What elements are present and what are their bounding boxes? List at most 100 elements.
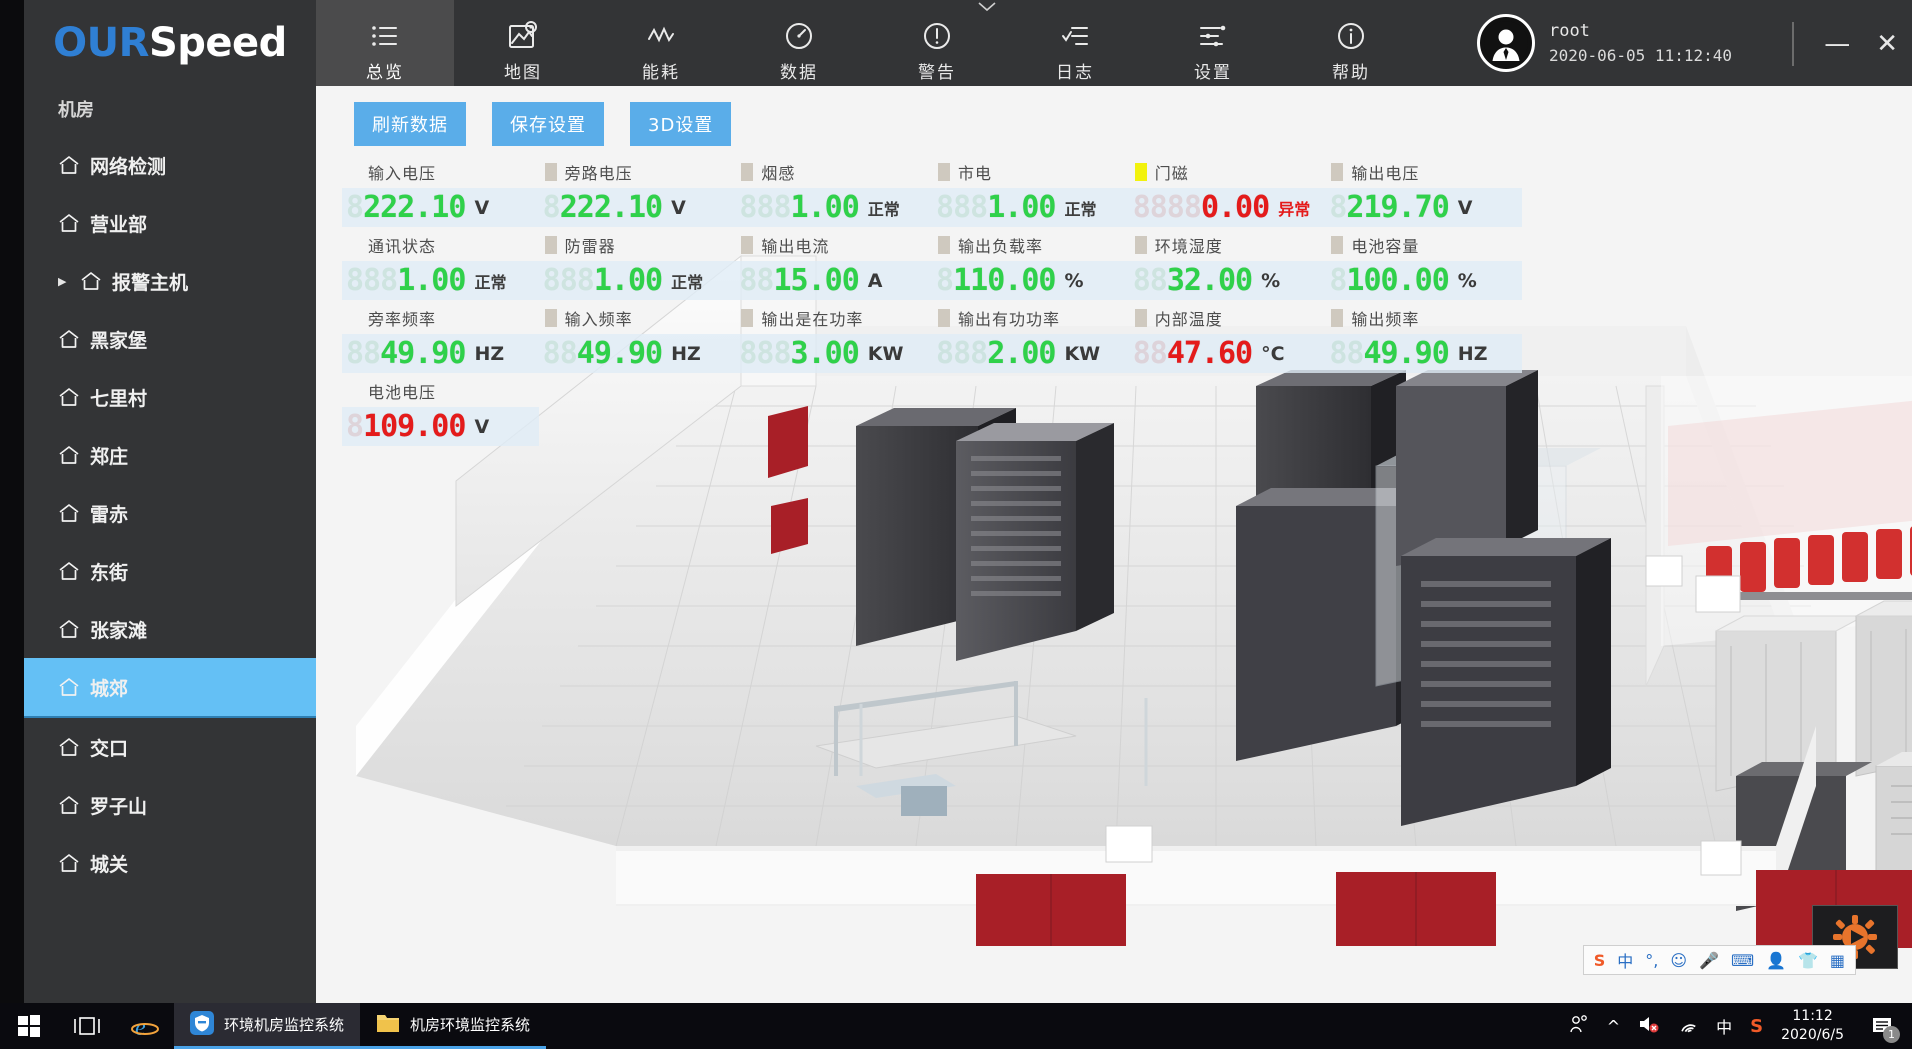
status-marker — [1134, 236, 1147, 254]
keyboard-icon[interactable]: ⌨ — [1731, 951, 1754, 970]
metric-value-display: 8832.00% — [1128, 261, 1326, 300]
sidebar-item-8[interactable]: 东街 — [24, 542, 316, 600]
tab-label: 设置 — [1194, 63, 1232, 83]
sidebar-item-13[interactable]: 城关 — [24, 834, 316, 892]
close-button[interactable]: ✕ — [1876, 31, 1898, 57]
tab-地图[interactable]: 地图 — [454, 0, 592, 86]
people-icon[interactable] — [1569, 1014, 1589, 1038]
wifi-icon[interactable] — [1678, 1015, 1698, 1037]
toolbar-button-3[interactable]: 3D设置 — [630, 102, 732, 146]
sidebar-item-1[interactable]: 网络检测 — [24, 136, 316, 194]
metric-label-wrap: 烟感 — [735, 154, 932, 188]
sidebar-item-10[interactable]: 城郊 — [24, 658, 316, 716]
metric-unit: °C — [1261, 342, 1285, 365]
metric-value-display: 8219.70 V — [1325, 188, 1523, 227]
folder-icon — [376, 1012, 400, 1038]
led-segment-display: 8849.90 — [543, 338, 663, 369]
sidebar-item-5[interactable]: 七里村 — [24, 368, 316, 426]
sidebar-item-label: 报警主机 — [112, 271, 189, 294]
sidebar-item-2[interactable]: 营业部 — [24, 194, 316, 252]
toolbar-button-1[interactable]: 刷新数据 — [354, 102, 466, 146]
status-marker — [938, 236, 951, 254]
metric-value-display: 8110.00% — [932, 261, 1129, 300]
sidebar-item-4[interactable]: 黑家堡 — [24, 310, 316, 368]
tab-数据[interactable]: 数据 — [730, 0, 868, 86]
metric-旁路电压: 旁路电压 8222.10 V — [538, 154, 736, 227]
home-icon — [58, 737, 80, 757]
ime-indicator[interactable]: 中 — [1716, 1014, 1732, 1038]
minimize-button[interactable]: — — [1824, 31, 1850, 57]
sidebar-item-list: 网络检测 营业部 ▶ 报警主机 黑家堡 七里村 郑庄 雷赤 东街 张家滩 城郊 交… — [24, 136, 316, 892]
led-segment-display: 8109.00 — [346, 411, 466, 442]
led-segment-display: 8847.60 — [1133, 338, 1253, 369]
toolbar-button-2[interactable]: 保存设置 — [492, 102, 604, 146]
led-value: 49.90 — [1363, 335, 1449, 371]
sogou-logo-icon[interactable]: S — [1594, 951, 1606, 970]
led-ghost-digits: 8 — [1329, 189, 1347, 225]
ime-floating-bar[interactable]: S 中 °, ☺ 🎤 ⌨ 👤 👕 ▦ — [1582, 945, 1856, 975]
action-toolbar: 刷新数据 保存设置 3D设置 — [354, 102, 732, 146]
metric-label: 输出有功功率 — [958, 310, 1061, 329]
windows-start-icon[interactable] — [0, 1003, 58, 1049]
skin-icon[interactable]: 👕 — [1798, 951, 1818, 970]
emoji-icon[interactable]: ☺ — [1670, 951, 1687, 970]
metric-label-wrap: 输出有功功率 — [932, 300, 1129, 334]
sidebar-item-11[interactable]: 交口 — [24, 718, 316, 776]
metric-unit: V — [474, 415, 490, 438]
punctuation-icon[interactable]: °, — [1645, 951, 1658, 970]
user-profile[interactable]: root 2020-06-05 11:12:40 — [1476, 14, 1732, 72]
apps-icon[interactable]: ▦ — [1830, 951, 1845, 970]
taskbar-item-1[interactable]: 环境机房监控系统 — [174, 1003, 361, 1049]
led-value: 219.70 — [1346, 189, 1449, 225]
sidebar-item-9[interactable]: 张家滩 — [24, 600, 316, 658]
user-datetime: 2020-06-05 11:12:40 — [1548, 46, 1732, 65]
metrics-panel: 输入电压 8222.10 V 旁路电压 8222.10 V 烟感 8881.00 正常 市电 888… — [342, 154, 1523, 446]
tab-label: 总览 — [366, 63, 404, 83]
tab-总览[interactable]: 总览 — [316, 0, 454, 86]
chevron-down-icon[interactable] — [976, 0, 998, 18]
notification-center-icon[interactable]: 1 — [1862, 1003, 1902, 1049]
metric-value-display: 8883.00 KW — [735, 334, 933, 373]
clock[interactable]: 11:12 2020/6/5 — [1781, 1007, 1844, 1045]
tab-帮助[interactable]: 帮助 — [1282, 0, 1420, 86]
sidebar-item-7[interactable]: 雷赤 — [24, 484, 316, 542]
metric-value-display: 8849.90 HZ — [342, 334, 539, 373]
taskbar-item-2[interactable]: 机房环境监控系统 — [360, 1003, 547, 1049]
metric-label: 输入频率 — [564, 310, 633, 329]
task-view-icon[interactable] — [58, 1003, 116, 1049]
status-marker — [938, 309, 951, 327]
metric-label-wrap: 防雷器 — [539, 227, 736, 261]
home-icon — [58, 853, 80, 873]
status-marker — [1331, 309, 1344, 327]
internet-explorer-icon[interactable]: e — [116, 1003, 174, 1049]
led-value: 222.10 — [559, 189, 663, 225]
led-value: 222.10 — [363, 189, 466, 225]
tab-设置[interactable]: 设置 — [1144, 0, 1282, 86]
metric-label-wrap: 输出电压 — [1325, 154, 1522, 188]
expand-caret-icon[interactable]: ▶ — [58, 275, 66, 288]
metrics-row-2: 通讯状态 8881.00 正常 防雷器 8881.00 正常 输出电流 8815.00 A 输出负… — [342, 227, 1523, 300]
metric-value-display: 8881.00 正常 — [932, 188, 1129, 227]
metric-label: 输出频率 — [1351, 310, 1420, 329]
brand-part-speed: Speed — [148, 20, 287, 66]
led-ghost-digits: 888 — [936, 189, 988, 225]
sogou-icon[interactable]: S — [1750, 1016, 1763, 1037]
metric-label-wrap: 输入电压 — [342, 154, 539, 188]
volume-muted-icon[interactable] — [1638, 1015, 1660, 1037]
metric-unit: 异常 — [1278, 199, 1311, 219]
sidebar-item-6[interactable]: 郑庄 — [24, 426, 316, 484]
tray-chevron-up-icon[interactable]: ^ — [1607, 1017, 1620, 1036]
metric-value-display: 8100.00% — [1325, 261, 1523, 300]
led-segment-display: 8881.00 — [936, 189, 1056, 225]
metric-label-wrap: 电池电压 — [342, 373, 539, 407]
led-segment-display: 8849.90 — [346, 338, 466, 369]
tab-能耗[interactable]: 能耗 — [592, 0, 730, 86]
sidebar-item-12[interactable]: 罗子山 — [24, 776, 316, 834]
home-icon — [80, 271, 102, 291]
microphone-icon[interactable]: 🎤 — [1699, 951, 1719, 970]
brand-part-our: OUR — [53, 20, 149, 66]
tab-日志[interactable]: 日志 — [1006, 0, 1144, 86]
chinese-mode-icon[interactable]: 中 — [1617, 948, 1633, 972]
sidebar-item-3[interactable]: ▶ 报警主机 — [24, 252, 316, 310]
user-icon[interactable]: 👤 — [1766, 951, 1786, 970]
